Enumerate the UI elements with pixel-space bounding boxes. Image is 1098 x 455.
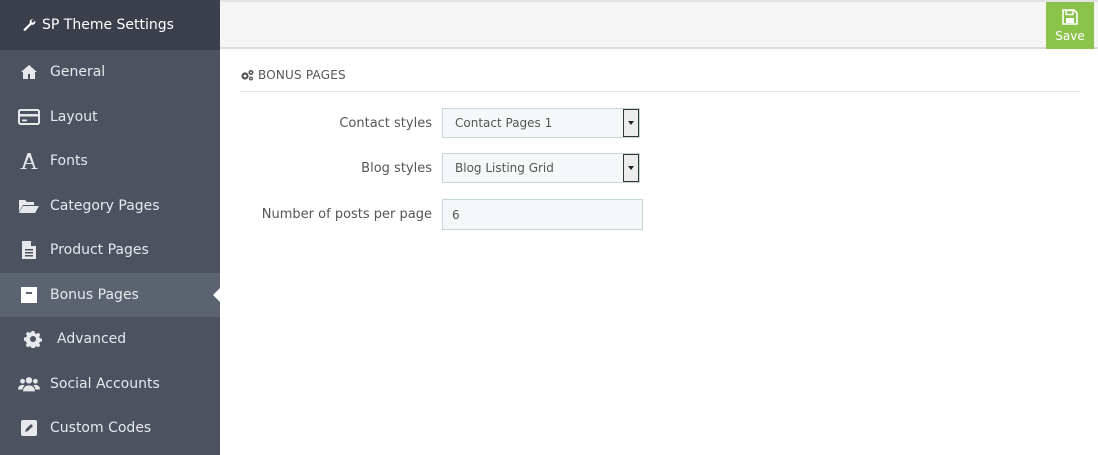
folder-open-icon xyxy=(18,195,40,217)
sidebar-item-label: Social Accounts xyxy=(50,375,160,392)
edit-icon xyxy=(18,417,40,439)
sidebar-header: SP Theme Settings xyxy=(0,0,220,50)
sidebar-item-fonts[interactable]: Fonts xyxy=(0,139,220,184)
save-label: Save xyxy=(1055,28,1085,43)
sidebar-item-label: Product Pages xyxy=(50,242,149,259)
blog-styles-value: Blog Listing Grid xyxy=(455,161,554,175)
sidebar-item-label: Layout xyxy=(50,108,98,125)
sidebar-item-social-accounts[interactable]: Social Accounts xyxy=(0,362,220,407)
sidebar: SP Theme Settings General Layout Fonts C… xyxy=(0,0,220,455)
posts-per-page-label: Number of posts per page xyxy=(261,207,432,222)
font-icon xyxy=(18,150,40,172)
chevron-down-icon xyxy=(623,154,639,182)
posts-per-page-row: Number of posts per page 6 xyxy=(220,199,643,230)
sidebar-item-label: Custom Codes xyxy=(50,420,152,437)
gear-icon xyxy=(22,328,44,350)
sidebar-item-label: Advanced xyxy=(57,331,127,348)
blog-styles-label: Blog styles xyxy=(361,160,432,176)
contact-styles-select[interactable]: Contact Pages 1 xyxy=(442,108,640,138)
sidebar-item-advanced[interactable]: Advanced xyxy=(0,317,220,362)
card-icon xyxy=(18,106,40,128)
sidebar-item-label: Bonus Pages xyxy=(50,286,139,303)
wrench-icon xyxy=(23,18,36,31)
posts-per-page-input[interactable]: 6 xyxy=(442,199,643,230)
section-title: BONUS PAGES xyxy=(258,68,346,82)
sidebar-item-label: General xyxy=(50,64,106,81)
archive-icon xyxy=(18,284,40,306)
sidebar-item-custom-codes[interactable]: Custom Codes xyxy=(0,406,220,451)
users-icon xyxy=(18,373,40,395)
contact-styles-label: Contact styles xyxy=(339,115,432,131)
sidebar-item-bonus-pages[interactable]: Bonus Pages xyxy=(0,272,220,317)
sidebar-item-category-pages[interactable]: Category Pages xyxy=(0,184,220,229)
blog-styles-row: Blog styles Blog Listing Grid xyxy=(220,153,640,183)
sidebar-nav: General Layout Fonts Category Pages Prod… xyxy=(0,50,220,451)
home-icon xyxy=(18,61,40,83)
sidebar-item-label: Category Pages xyxy=(50,197,160,214)
contact-styles-value: Contact Pages 1 xyxy=(455,116,553,130)
chevron-down-icon xyxy=(623,109,639,137)
posts-per-page-value: 6 xyxy=(452,207,460,222)
save-button[interactable]: Save xyxy=(1046,2,1094,49)
floppy-disk-icon xyxy=(1062,8,1078,25)
top-toolbar: Save xyxy=(220,0,1098,49)
sidebar-item-product-pages[interactable]: Product Pages xyxy=(0,228,220,273)
section-heading: BONUS PAGES xyxy=(240,68,346,82)
sidebar-item-layout[interactable]: Layout xyxy=(0,95,220,140)
blog-styles-select[interactable]: Blog Listing Grid xyxy=(442,153,640,183)
contact-styles-row: Contact styles Contact Pages 1 xyxy=(220,108,640,138)
sidebar-title: SP Theme Settings xyxy=(42,17,174,33)
divider xyxy=(240,91,1080,92)
main-panel: BONUS PAGES Contact styles Contact Pages… xyxy=(220,49,1098,455)
sidebar-item-label: Fonts xyxy=(50,153,88,170)
gears-icon xyxy=(241,70,254,81)
sidebar-item-general[interactable]: General xyxy=(0,50,220,95)
file-icon xyxy=(18,239,40,261)
